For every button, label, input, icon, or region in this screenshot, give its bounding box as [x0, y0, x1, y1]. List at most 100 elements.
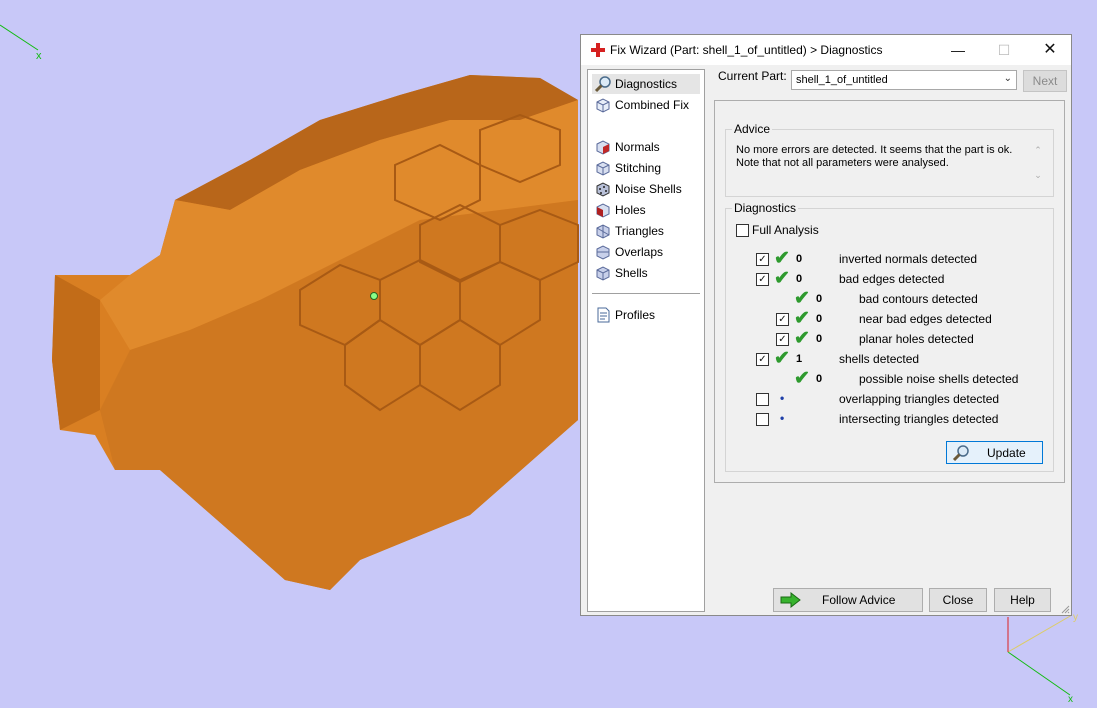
nav-item-label: Diagnostics — [615, 77, 678, 91]
noise-shells-count: 0 — [816, 373, 823, 385]
overlapping-triangles-label: overlapping triangles detected — [839, 392, 1000, 406]
check-mark-icon: ✔ — [774, 268, 790, 289]
chevron-down-icon: ⌄ — [1003, 73, 1012, 84]
bad-contours-count: 0 — [816, 293, 823, 305]
bad-edges-checkbox[interactable]: ✓ — [756, 273, 769, 286]
pending-dot-icon: • — [780, 411, 785, 425]
selection-point — [370, 292, 378, 300]
nav-item-holes[interactable]: Holes — [592, 200, 700, 220]
nav-item-shells[interactable]: Shells — [592, 263, 700, 283]
help-button[interactable]: Help — [994, 588, 1051, 612]
intersecting-triangles-label: intersecting triangles detected — [839, 412, 999, 426]
inverted-normals-count: 0 — [796, 253, 803, 265]
check-mark-icon: ✔ — [794, 328, 810, 349]
green-arrow-icon — [780, 592, 801, 608]
nav-item-noise-shells[interactable]: Noise Shells — [592, 179, 700, 199]
current-part-dropdown[interactable]: shell_1_of_untitled ⌄ — [791, 70, 1017, 90]
noise-shells-label: possible noise shells detected — [859, 372, 1019, 386]
dialog-title: Fix Wizard (Part: shell_1_of_untitled) >… — [610, 43, 883, 57]
axis-y-line — [1007, 614, 1073, 653]
planar-holes-label: planar holes detected — [859, 332, 974, 346]
planar-holes-count: 0 — [816, 333, 823, 345]
check-mark-icon: ✔ — [774, 348, 790, 369]
fix-wizard-dialog: Fix Wizard (Part: shell_1_of_untitled) >… — [580, 34, 1072, 616]
axis-x-line — [0, 24, 39, 51]
shells-count: 1 — [796, 353, 803, 365]
diagnostics-panel: Advice No more errors are detected. It s… — [714, 100, 1065, 483]
advice-line-2: Note that not all parameters were analys… — [736, 157, 949, 169]
near-bad-edges-label: near bad edges detected — [859, 312, 992, 326]
check-mark-icon: ✔ — [794, 368, 810, 389]
nav-item-profiles[interactable]: Profiles — [592, 305, 700, 325]
follow-advice-button[interactable]: Follow Advice — [773, 588, 923, 612]
near-bad-edges-checkbox[interactable]: ✓ — [776, 313, 789, 326]
axis-x-line-2 — [1007, 651, 1071, 696]
noise-cube-icon — [596, 182, 610, 197]
inverted-normals-label: inverted normals detected — [839, 252, 978, 266]
axis-y-label: y — [1073, 612, 1078, 623]
nav-item-label: Combined Fix — [615, 98, 690, 112]
nav-item-label: Holes — [615, 203, 646, 217]
current-part-label: Current Part: — [718, 69, 787, 83]
next-button[interactable]: Next — [1023, 70, 1067, 92]
scroll-up-icon[interactable]: ⌃ — [1031, 138, 1045, 163]
inverted-normals-checkbox[interactable]: ✓ — [756, 253, 769, 266]
resize-grip-icon[interactable] — [1060, 604, 1070, 614]
shells-cube-icon — [596, 266, 610, 281]
nav-item-label: Normals — [615, 140, 660, 154]
bad-edges-label: bad edges detected — [839, 272, 945, 286]
nav-item-normals[interactable]: Normals — [592, 137, 700, 157]
overlaps-cube-icon — [596, 245, 610, 260]
nav-item-label: Stitching — [615, 161, 662, 175]
magnifier-icon — [952, 445, 969, 462]
bad-edges-count: 0 — [796, 273, 803, 285]
check-mark-icon: ✔ — [774, 248, 790, 269]
axis-x-label-2: x — [1068, 694, 1073, 705]
cube-icon — [596, 98, 610, 113]
scroll-down-icon[interactable]: ⌄ — [1031, 163, 1045, 188]
close-button[interactable]: Close — [929, 588, 987, 612]
advice-group: Advice No more errors are detected. It s… — [725, 122, 1054, 197]
nav-item-combined-fix[interactable]: Combined Fix — [592, 95, 700, 115]
diagnostics-group: Diagnostics Full Analysis ✓ ✔ 0 inverted… — [725, 201, 1054, 472]
update-label: Update — [987, 446, 1026, 460]
nav-item-label: Noise Shells — [615, 182, 682, 196]
shells-checkbox[interactable]: ✓ — [756, 353, 769, 366]
nav-item-label: Profiles — [615, 308, 656, 322]
nav-item-diagnostics[interactable]: Diagnostics — [592, 74, 700, 94]
wizard-nav-list: Diagnostics Combined Fix Normals Stitchi… — [587, 69, 705, 612]
advice-scrollbar[interactable]: ⌃ ⌄ — [1031, 138, 1045, 188]
nav-item-label: Triangles — [615, 224, 664, 238]
current-part-value: shell_1_of_untitled — [796, 74, 888, 86]
document-icon — [597, 307, 610, 323]
update-button[interactable]: Update — [946, 441, 1043, 464]
maximize-button[interactable]: ☐ — [981, 35, 1027, 65]
triangles-cube-icon — [596, 224, 610, 239]
bad-contours-label: bad contours detected — [859, 292, 978, 306]
planar-holes-checkbox[interactable]: ✓ — [776, 333, 789, 346]
minimize-button[interactable]: — — [935, 35, 981, 65]
close-window-button[interactable]: ✕ — [1027, 35, 1073, 65]
advice-text: No more errors are detected. It seems th… — [736, 144, 1026, 170]
check-mark-icon: ✔ — [794, 308, 810, 329]
normals-cube-icon — [596, 140, 610, 155]
nav-item-label: Overlaps — [615, 245, 664, 259]
full-analysis-checkbox[interactable] — [736, 224, 749, 237]
title-bar[interactable]: Fix Wizard (Part: shell_1_of_untitled) >… — [581, 35, 1071, 65]
pending-dot-icon: • — [780, 391, 785, 405]
near-bad-edges-count: 0 — [816, 313, 823, 325]
nav-item-overlaps[interactable]: Overlaps — [592, 242, 700, 262]
nav-item-triangles[interactable]: Triangles — [592, 221, 700, 241]
follow-advice-label: Follow Advice — [822, 593, 896, 607]
axis-x-label: x — [36, 50, 42, 62]
intersecting-triangles-checkbox[interactable] — [756, 413, 769, 426]
nav-separator — [592, 293, 700, 294]
overlapping-triangles-checkbox[interactable] — [756, 393, 769, 406]
full-analysis-label: Full Analysis — [752, 223, 819, 237]
nav-item-stitching[interactable]: Stitching — [592, 158, 700, 178]
advice-title: Advice — [732, 122, 773, 136]
diagnostics-title: Diagnostics — [732, 201, 799, 215]
magnifier-icon — [594, 76, 611, 93]
check-mark-icon: ✔ — [794, 288, 810, 309]
nav-item-label: Shells — [615, 266, 648, 280]
